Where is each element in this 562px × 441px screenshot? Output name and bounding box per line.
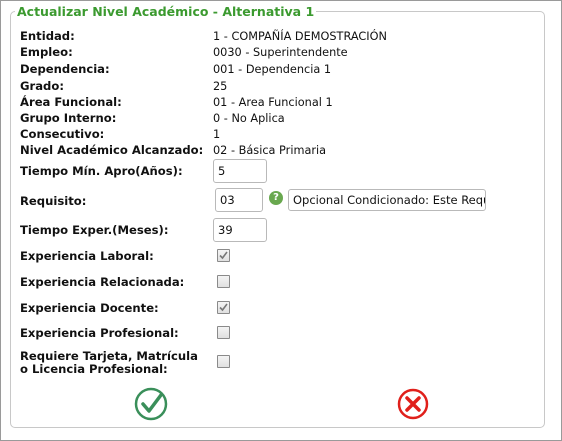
area-funcional-label: Área Funcional: [20, 95, 122, 109]
consecutivo-value: 1 [213, 128, 221, 141]
requisito-description-field[interactable]: Opcional Condicionado: Este Requisit [288, 189, 486, 211]
question-icon[interactable]: ? [269, 191, 283, 205]
exp-profesional-label: Experiencia Profesional: [20, 326, 179, 340]
grado-label: Grado: [20, 79, 64, 93]
nivel-academico-value: 02 - Básica Primaria [213, 144, 327, 157]
grupo-interno-value: 0 - No Aplica [213, 112, 285, 125]
dialog-window: Actualizar Nivel Académico - Alternativa… [0, 0, 562, 441]
tarjeta-label-line2: o Licencia Profesional: [20, 362, 168, 376]
exp-profesional-checkbox[interactable] [217, 326, 230, 339]
nivel-academico-label: Nivel Académico Alcanzado: [20, 143, 204, 157]
grupo-interno-label: Grupo Interno: [20, 111, 117, 125]
empleo-label: Empleo: [20, 45, 73, 59]
tiempo-min-input[interactable]: 5 [213, 159, 267, 183]
tiempo-exper-input[interactable]: 39 [213, 218, 267, 242]
entidad-label: Entidad: [20, 29, 75, 43]
grado-value: 25 [213, 80, 228, 93]
exp-laboral-label: Experiencia Laboral: [20, 249, 154, 263]
checkmark-icon [134, 387, 168, 421]
area-funcional-value: 01 - Area Funcional 1 [213, 96, 333, 109]
exp-relacionada-checkbox[interactable] [217, 275, 230, 288]
dependencia-label: Dependencia: [20, 62, 110, 76]
exp-docente-label: Experiencia Docente: [20, 301, 159, 315]
dialog-title: Actualizar Nivel Académico - Alternativa… [17, 4, 315, 19]
requisito-code-input[interactable]: 03 [215, 188, 263, 212]
check-mark-icon [219, 303, 228, 312]
tiempo-exper-label: Tiempo Exper.(Meses): [20, 223, 169, 237]
exp-relacionada-label: Experiencia Relacionada: [20, 275, 185, 289]
tiempo-min-label: Tiempo Mín. Apro(Años): [20, 164, 183, 178]
exp-docente-checkbox[interactable] [217, 301, 230, 314]
close-icon [397, 388, 429, 420]
exp-laboral-checkbox[interactable] [217, 249, 230, 262]
cancel-button[interactable] [397, 388, 429, 420]
accept-button[interactable] [134, 387, 168, 421]
dependencia-value: 001 - Dependencia 1 [213, 63, 332, 76]
consecutivo-label: Consecutivo: [20, 127, 105, 141]
empleo-value: 0030 - Superintendente [213, 46, 348, 59]
tarjeta-checkbox[interactable] [217, 355, 230, 368]
entidad-value: 1 - COMPAÑÍA DEMOSTRACIÓN [213, 30, 387, 43]
requisito-label: Requisito: [20, 194, 87, 208]
check-mark-icon [219, 251, 228, 260]
